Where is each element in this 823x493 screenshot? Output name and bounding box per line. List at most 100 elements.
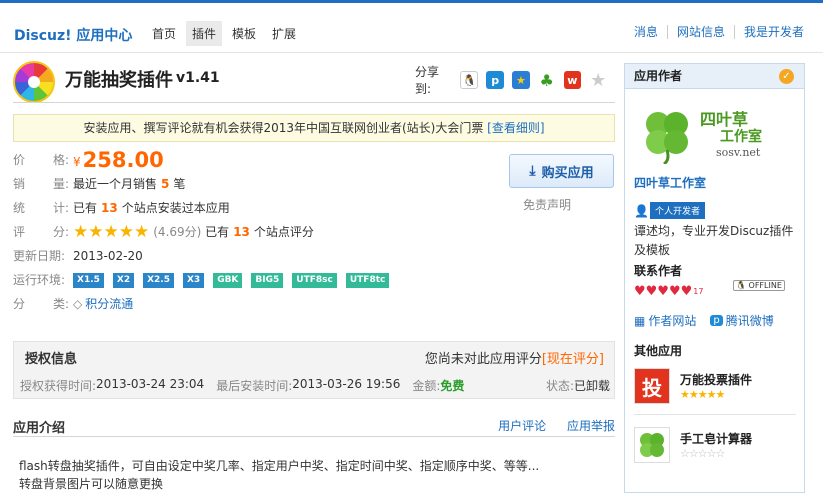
qq-status-badge[interactable]: 🐧 OFFLINE: [733, 280, 785, 291]
nav-extensions[interactable]: 扩展: [266, 21, 302, 46]
site-info-link[interactable]: 网站信息: [666, 25, 734, 39]
main-nav: 首页 插件 模板 扩展: [146, 21, 306, 46]
app-version: v1.41: [176, 70, 220, 86]
weibo-icon[interactable]: w: [563, 71, 582, 89]
star-icon: ★: [118, 221, 134, 242]
tag-icon: ◇: [73, 297, 83, 311]
author-logo[interactable]: 四叶草 工作室 sosv.net: [634, 102, 794, 166]
app-title: 万能抽奖插件: [65, 70, 173, 91]
divider: [13, 436, 615, 437]
rate-prompt: 您尚未对此应用评分[现在评分]: [424, 352, 604, 367]
clover-icon: [640, 433, 664, 457]
rate-now-link[interactable]: [现在评分]: [542, 352, 604, 367]
rating-count: 13: [233, 225, 250, 239]
nav-home[interactable]: 首页: [146, 21, 182, 46]
user-reviews-link[interactable]: 用户评论: [498, 419, 546, 433]
star-share-icon[interactable]: ★: [512, 71, 530, 89]
brand-logo[interactable]: Discuz! 应用中心: [14, 25, 132, 45]
install-count: 13: [101, 201, 118, 215]
price-row: 价格: ¥258.00: [13, 148, 164, 172]
star-icon: ★: [88, 221, 104, 242]
soap-app-icon: [634, 427, 670, 463]
verified-badge-icon: ✓: [779, 69, 794, 84]
license-details: 授权获得时间: 2013-03-24 23:04 最后安装时间: 2013-03…: [20, 377, 610, 393]
env-tag: BIG5: [251, 272, 284, 288]
buy-button[interactable]: ⤓ 购买应用: [509, 154, 614, 188]
env-tag: X1.5: [73, 272, 104, 288]
license-title: 授权信息: [25, 352, 78, 367]
category-link[interactable]: 积分流通: [85, 292, 133, 316]
updated-row: 更新日期: 2013-02-20: [13, 244, 493, 268]
qq-icon[interactable]: 🐧: [460, 71, 479, 89]
disclaimer-link[interactable]: 免责声明: [523, 196, 571, 213]
vote-app-icon: 投: [634, 368, 670, 404]
share-bar: 分享到: 🐧 p ★ ♣ w ★: [415, 63, 615, 97]
star-icon: ★: [134, 221, 150, 242]
price-value: 258.00: [82, 148, 164, 172]
divider: [634, 414, 796, 415]
star-icon: ★: [73, 221, 89, 242]
notice-text: 安装应用、撰写评论就有机会获得2013年中国互联网创业者(站长)大会门票: [83, 121, 484, 135]
contact-title: 联系作者: [634, 264, 683, 278]
report-link[interactable]: 应用举报: [567, 419, 615, 433]
app-logo: [13, 61, 55, 103]
weibo-icon: p: [710, 315, 723, 326]
app-info-list: 价格: ¥258.00 销量: 最近一个月销售 5 笔 统计: 已有 13 个站点安装过…: [13, 148, 493, 316]
qzone-icon[interactable]: p: [486, 71, 505, 89]
rating-row: 评分: ★ ★ ★ ★ ★ (4.69分) 已有 13 个站点评分: [13, 220, 493, 244]
messages-link[interactable]: 消息: [625, 25, 667, 39]
site-icon: ▦: [634, 313, 646, 328]
nav-plugins[interactable]: 插件: [186, 21, 223, 46]
status-value: 已卸载: [573, 379, 610, 393]
top-navigation-bar: Discuz! 应用中心 首页 插件 模板 扩展 消息 网站信息 我是开发者: [0, 0, 823, 53]
rating-stars: ★ ★ ★ ★ ★: [73, 221, 150, 242]
notice-link[interactable]: [查看细则]: [487, 121, 544, 135]
env-tag: X3: [182, 272, 205, 288]
amount-value: 免费: [440, 379, 465, 393]
other-app-name[interactable]: 万能投票插件: [680, 371, 752, 388]
other-app-item[interactable]: 投 万能投票插件 ★★★★★: [634, 368, 799, 404]
sidebar-header: 应用作者 ✓: [625, 64, 804, 89]
divider: [13, 102, 615, 103]
author-sidebar: 应用作者 ✓ 四叶草 工作室 sosv.net 四叶草工作室 👤 个人开发者 谭…: [624, 63, 805, 493]
weibo-link[interactable]: 腾讯微博: [726, 312, 774, 329]
intro-title: 应用介绍: [13, 421, 66, 436]
nav-templates[interactable]: 模板: [226, 21, 262, 46]
env-tag: GBK: [213, 272, 243, 288]
category-row: 分类: ◇ 积分流通: [13, 292, 493, 316]
env-tag: UTF8tc: [345, 272, 390, 288]
env-tag: UTF8sc: [292, 272, 337, 288]
promo-notice: 安装应用、撰写评论就有机会获得2013年中国互联网创业者(站长)大会门票 [查看…: [13, 114, 615, 142]
env-row: 运行环境: X1.5 X2 X2.5 X3 GBK BIG5 UTF8sc UT…: [13, 268, 493, 292]
other-app-stars: ☆☆☆☆☆: [680, 447, 725, 460]
env-tag: X2: [112, 272, 135, 288]
developer-link[interactable]: 我是开发者: [733, 25, 804, 39]
favorite-star-icon[interactable]: ★: [589, 70, 608, 91]
other-app-name[interactable]: 手工皂计算器: [680, 430, 752, 447]
author-site-link[interactable]: 作者网站: [648, 312, 696, 329]
updated-date: 2013-02-20: [73, 249, 143, 263]
intro-links: 用户评论 应用举报: [481, 417, 615, 434]
star-icon: ★: [103, 221, 119, 242]
clover-icon[interactable]: ♣: [537, 71, 556, 90]
license-panel: 授权信息 您尚未对此应用评分[现在评分] 授权获得时间: 2013-03-24 …: [13, 341, 615, 399]
sales-row: 销量: 最近一个月销售 5 笔: [13, 172, 493, 196]
stats-row: 统计: 已有 13 个站点安装过本应用: [13, 196, 493, 220]
share-label: 分享到:: [415, 65, 440, 96]
other-app-stars: ★★★★★: [680, 388, 725, 401]
rating-score: (4.69分): [153, 225, 202, 239]
currency-symbol: ¥: [73, 155, 81, 169]
author-name[interactable]: 四叶草工作室: [634, 174, 799, 191]
author-description: 谭述均，专业开发Discuz插件及模板: [634, 224, 794, 257]
installed-time: 2013-03-26 19:56: [292, 377, 401, 391]
developer-tag: 👤 个人开发者: [634, 202, 799, 219]
person-icon: 👤: [634, 203, 649, 218]
sales-count: 5: [161, 177, 170, 191]
user-links: 消息 网站信息 我是开发者: [625, 25, 804, 39]
other-apps-title: 其他应用: [634, 344, 683, 358]
obtained-time: 2013-03-24 23:04: [96, 377, 205, 391]
other-app-item[interactable]: 手工皂计算器 ☆☆☆☆☆: [634, 427, 799, 463]
env-tag: X2.5: [143, 272, 174, 288]
download-icon: ⤓: [529, 163, 536, 179]
contact-links: ▦ 作者网站 p 腾讯微博: [634, 312, 799, 329]
